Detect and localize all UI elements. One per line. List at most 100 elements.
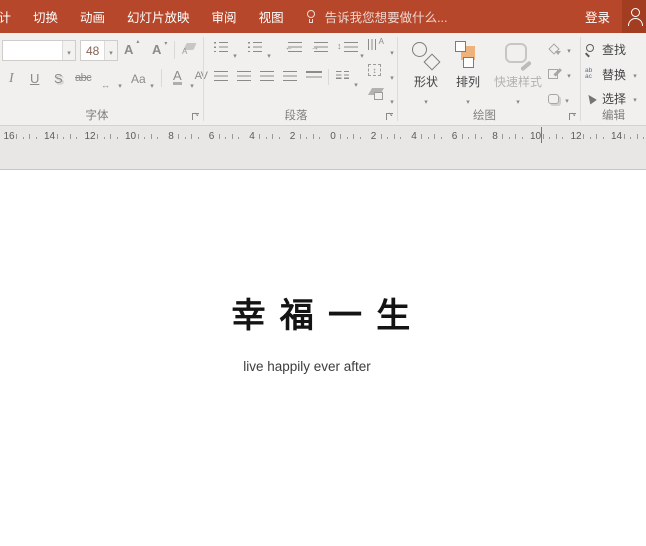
ruler-tick — [515, 134, 522, 139]
bullet-list-icon — [214, 42, 228, 52]
share-button[interactable] — [622, 0, 646, 33]
clear-formatting-button[interactable] — [182, 41, 197, 54]
chevron-down-icon[interactable] — [388, 67, 396, 85]
replace-icon: ab ac — [585, 68, 597, 80]
change-case-button[interactable]: Aa — [131, 72, 146, 86]
replace-button[interactable]: ab ac 替换 — [585, 65, 639, 83]
justify-button[interactable] — [283, 71, 297, 81]
text-direction-button[interactable] — [368, 39, 383, 51]
ruler-segment: 6 — [448, 128, 489, 144]
shape-effects-button[interactable] — [548, 90, 571, 108]
bullets-button[interactable] — [214, 42, 228, 52]
replace-label: 替换 — [602, 66, 626, 83]
ruler-number: 2 — [367, 131, 381, 142]
underline-button[interactable]: U — [30, 71, 39, 86]
strikethrough-button[interactable]: abc — [75, 72, 91, 84]
line-spacing-button[interactable] — [344, 42, 358, 52]
decrease-indent-icon — [288, 42, 302, 52]
ruler-tick — [434, 134, 441, 139]
font-size-combobox[interactable]: 48 — [80, 40, 118, 61]
text-shadow-button[interactable]: S — [54, 71, 63, 86]
ruler-tick — [603, 137, 610, 139]
chevron-down-icon[interactable] — [104, 41, 117, 60]
font-name-combobox[interactable] — [2, 40, 76, 61]
shape-outline-button[interactable] — [548, 65, 573, 83]
ruler-tick — [630, 137, 637, 139]
drawing-group: 形状 排列 快速样式 — [398, 33, 581, 125]
ruler-tick — [70, 134, 77, 139]
lightbulb-icon — [306, 10, 317, 24]
tab-design-label: 设计 — [0, 7, 11, 26]
ruler-tick — [381, 134, 388, 139]
shapes-label: 形状 — [414, 73, 438, 90]
ruler-tick — [97, 134, 104, 139]
ruler-tick — [543, 134, 550, 139]
find-button[interactable]: 查找 — [585, 41, 626, 58]
decrease-font-size-button[interactable]: A — [152, 42, 161, 57]
decrease-indent-button[interactable] — [288, 42, 302, 52]
ruler-tick — [583, 134, 590, 139]
font-name-value — [3, 41, 62, 60]
slide-subtitle-text[interactable]: live happily ever after — [243, 359, 371, 374]
ruler-tick — [279, 137, 286, 139]
chevron-down-icon[interactable] — [148, 75, 156, 93]
ruler-segment: 8 — [164, 128, 205, 144]
numbering-button[interactable] — [248, 42, 262, 52]
ruler-number: 14 — [43, 131, 57, 142]
ruler-track[interactable]: 16141210864202468101214 — [2, 128, 646, 144]
align-left-icon — [214, 71, 228, 81]
italic-button[interactable]: I — [9, 71, 14, 87]
chevron-down-icon[interactable] — [62, 41, 75, 60]
font-dialog-launcher-icon[interactable] — [192, 113, 199, 120]
ruler-segment: 8 — [488, 128, 529, 144]
ruler-segment: 2 — [286, 128, 327, 144]
ruler-cursor-marker — [541, 127, 542, 143]
quick-styles-icon — [503, 40, 533, 70]
tab-design-clipped[interactable]: 设计 — [0, 0, 11, 33]
chevron-down-icon[interactable] — [352, 74, 360, 92]
tab-slideshow[interactable]: 幻灯片放映 — [127, 0, 190, 33]
distribute-text-icon — [306, 71, 322, 81]
tab-review[interactable]: 审阅 — [212, 0, 237, 33]
chevron-down-icon — [631, 89, 639, 107]
distribute-text-button[interactable] — [306, 71, 322, 81]
increase-indent-icon — [314, 42, 328, 52]
tab-transitions[interactable]: 切换 — [33, 0, 58, 33]
chevron-down-icon[interactable] — [116, 75, 124, 93]
chevron-down-icon[interactable] — [231, 45, 239, 63]
shape-fill-button[interactable] — [548, 40, 573, 58]
ruler-segment: 16 — [2, 128, 43, 144]
align-right-icon — [260, 71, 274, 81]
font-color-button[interactable]: A — [173, 70, 182, 85]
increase-font-size-button[interactable]: A — [124, 42, 133, 57]
sign-in-button[interactable]: 登录 — [585, 0, 610, 33]
chevron-down-icon[interactable] — [388, 42, 396, 60]
tab-view[interactable]: 视图 — [259, 0, 284, 33]
align-left-button[interactable] — [214, 71, 228, 81]
ruler-band: 16141210864202468101214 — [0, 126, 646, 170]
chevron-down-icon[interactable] — [388, 91, 396, 109]
columns-button[interactable] — [336, 71, 349, 81]
tell-me-box[interactable]: 告诉我您想要做什么... — [306, 7, 448, 26]
paragraph-dialog-launcher-icon[interactable] — [386, 113, 393, 120]
increase-indent-button[interactable] — [314, 42, 328, 52]
replace-icon-text-bottom: ac — [585, 74, 597, 80]
convert-to-smartart-button[interactable] — [367, 88, 383, 100]
slide-canvas[interactable]: 幸福一生 live happily ever after — [0, 171, 646, 546]
ruler-tick — [157, 137, 164, 139]
align-text-button[interactable] — [368, 64, 381, 76]
powerpoint-window: 设计 切换 动画 幻灯片放映 审阅 视图 告诉我您想要做什么... 登录 48 — [0, 0, 646, 546]
chevron-down-icon[interactable] — [358, 45, 366, 63]
select-button[interactable]: 选择 — [585, 89, 639, 107]
arrange-icon — [454, 40, 482, 70]
tab-animations[interactable]: 动画 — [80, 0, 105, 33]
slide-title-text[interactable]: 幸福一生 — [231, 288, 424, 337]
align-right-button[interactable] — [260, 71, 274, 81]
chevron-down-icon[interactable] — [188, 75, 196, 93]
ruler-tick — [522, 137, 529, 139]
ruler-segment: 0 — [326, 128, 367, 144]
chevron-down-icon[interactable] — [265, 45, 273, 63]
drawing-dialog-launcher-icon[interactable] — [569, 113, 576, 120]
align-center-button[interactable] — [237, 71, 251, 81]
ruler-tick — [637, 134, 644, 139]
